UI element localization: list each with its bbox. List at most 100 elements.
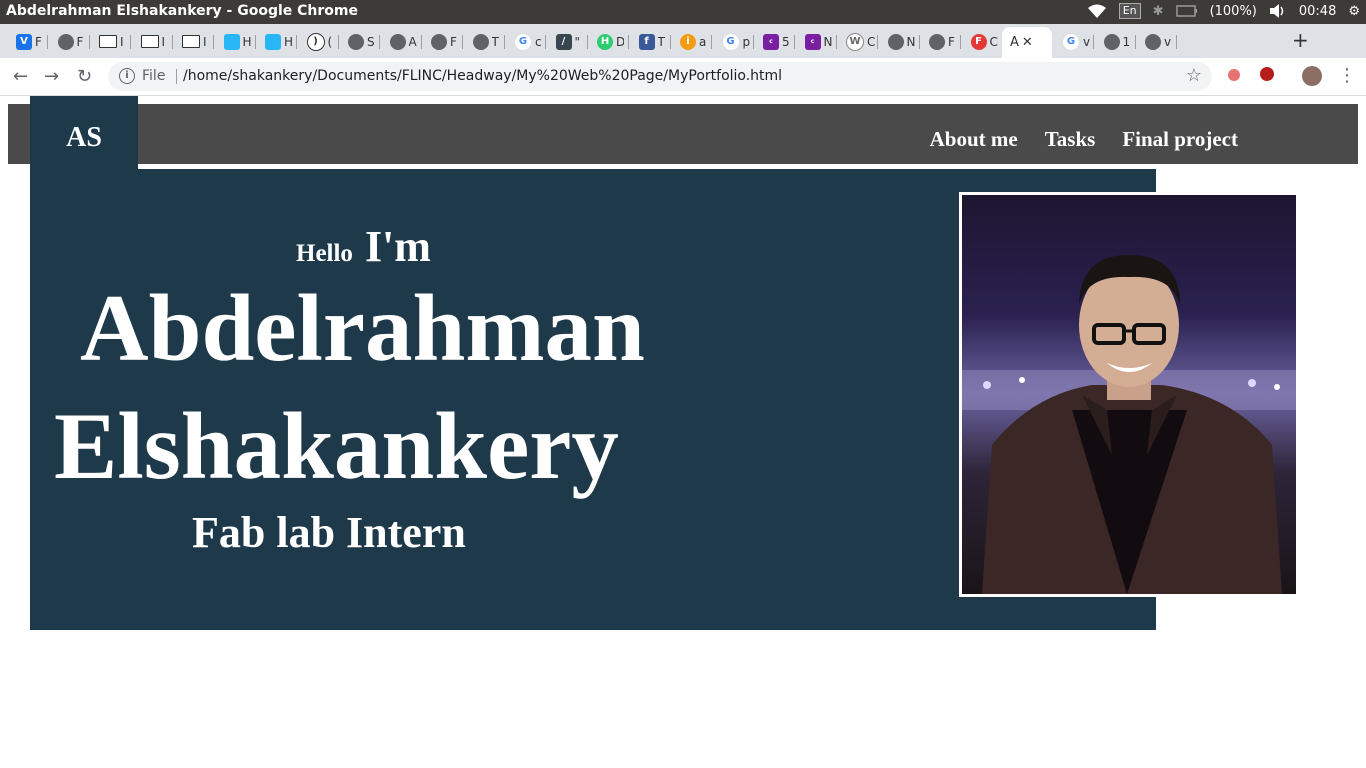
tab-label: F	[948, 34, 955, 49]
url-text[interactable]: /home/shakankery/Documents/FLINC/Headway…	[183, 68, 782, 84]
h-icon: H	[597, 33, 613, 50]
last-name: Elshakankery	[54, 393, 619, 499]
site-navbar: About me Tasks Final project	[8, 104, 1358, 164]
profile-photo	[959, 192, 1299, 597]
profile-avatar[interactable]	[1302, 66, 1322, 86]
info-icon[interactable]: i	[119, 68, 135, 84]
tab[interactable]: VF	[6, 29, 48, 54]
reload-icon[interactable]: ↻	[77, 66, 92, 87]
colorlib-icon: c	[804, 33, 821, 50]
nav-link-final-project[interactable]: Final project	[1122, 127, 1238, 152]
portrait-illustration	[962, 255, 1296, 594]
tab-label: T	[491, 34, 499, 49]
keyboard-layout[interactable]: En	[1118, 3, 1141, 19]
job-title: Fab lab Intern	[192, 508, 466, 557]
system-indicators: En ✱ (100%) 00:48 ⚙	[1087, 3, 1360, 19]
tab[interactable]: T	[463, 29, 505, 54]
extension-icon[interactable]	[1260, 67, 1274, 81]
greeting-im: I'm	[364, 222, 431, 271]
wifi-icon[interactable]	[1087, 3, 1107, 19]
scheme-label: File	[142, 68, 166, 84]
nav-link-tasks[interactable]: Tasks	[1045, 127, 1096, 152]
tab[interactable]: )(	[297, 29, 339, 54]
tab-label: I	[120, 34, 124, 49]
pen-icon: /	[555, 33, 572, 50]
tab[interactable]: Gc	[504, 29, 546, 54]
tab[interactable]: Gv	[1052, 29, 1094, 54]
tab-label: N	[906, 34, 915, 49]
globe-icon	[1103, 33, 1120, 50]
browser-toolbar: ← → ↻ i File /home/shakankery/Documents/…	[0, 58, 1366, 96]
tab-label: (	[327, 34, 333, 49]
globe-icon	[929, 33, 945, 50]
tab-label: H	[242, 34, 251, 49]
globe-icon	[431, 33, 447, 50]
back-arrow-icon[interactable]: ←	[13, 66, 28, 87]
tab-label: 5	[782, 34, 790, 49]
new-tab-button[interactable]: +	[1292, 28, 1309, 52]
tab[interactable]: N	[878, 29, 920, 54]
forward-arrow-icon[interactable]: →	[44, 66, 59, 87]
tab[interactable]: F	[48, 29, 90, 54]
web-page: About me Tasks Final project Hello I'm A…	[0, 96, 1366, 768]
wordpress-icon: W	[846, 32, 864, 51]
tab[interactable]: v	[1135, 29, 1177, 54]
tab-strip: V F F I I I H H)(S A F T Gc / " H Df Ti a Gp c 5 c N W C N F F C A ✕ Gv…	[0, 24, 1366, 58]
tab[interactable]: fT	[629, 29, 671, 54]
tab-label: v	[1083, 34, 1091, 49]
bluetooth-icon[interactable]: ✱	[1153, 4, 1164, 19]
settings-gear-icon[interactable]: ⚙	[1348, 4, 1360, 19]
tab[interactable]: I	[172, 29, 214, 54]
tab-label: c	[535, 34, 542, 49]
tab[interactable]: FC	[961, 29, 1003, 54]
battery-percentage[interactable]: (100%)	[1210, 4, 1257, 19]
tab[interactable]: A	[380, 29, 422, 54]
tab[interactable]: F	[919, 29, 961, 54]
tab[interactable]: c5	[753, 29, 795, 54]
bookmark-star-icon[interactable]: ☆	[1186, 65, 1202, 86]
battery-icon[interactable]	[1175, 5, 1198, 17]
tab-active[interactable]: A ✕	[1002, 27, 1052, 58]
globe-icon	[389, 33, 406, 50]
tab[interactable]: F	[421, 29, 463, 54]
tab[interactable]: I	[131, 29, 173, 54]
greeting: Hello I'm	[296, 221, 431, 272]
info-icon: i	[680, 33, 696, 50]
graduation-cap-icon	[223, 33, 240, 50]
tab[interactable]: ia	[670, 29, 712, 54]
tab[interactable]: S	[338, 29, 380, 54]
tab-label: N	[823, 34, 832, 49]
google-icon: G	[1062, 32, 1080, 51]
tab-label: C	[867, 34, 875, 49]
tab[interactable]: H	[255, 29, 297, 54]
tab[interactable]: / "	[546, 29, 588, 54]
tab-label: D	[616, 34, 624, 49]
clock[interactable]: 00:48	[1299, 4, 1336, 19]
volume-icon[interactable]	[1269, 4, 1287, 18]
tab[interactable]: HD	[587, 29, 629, 54]
book-icon	[140, 35, 159, 48]
os-top-bar: Abdelrahman Elshakankery - Google Chrome…	[0, 0, 1366, 24]
tab-separator	[1176, 35, 1177, 49]
menu-dots-icon[interactable]: ⋮	[1338, 65, 1356, 86]
tab-label: I	[161, 34, 166, 49]
google-icon: G	[514, 32, 532, 51]
tab[interactable]: H	[214, 29, 256, 54]
address-bar[interactable]: i File /home/shakankery/Documents/FLINC/…	[108, 62, 1212, 91]
globe-icon	[57, 33, 74, 50]
google-icon: G	[721, 32, 740, 51]
nav-link-about-me[interactable]: About me	[930, 127, 1018, 152]
extension-icon[interactable]	[1228, 69, 1240, 81]
globe-icon	[348, 33, 364, 50]
tab[interactable]: 1	[1094, 29, 1136, 54]
site-logo[interactable]: AS	[30, 96, 138, 172]
tab-label: A	[408, 34, 417, 49]
window-title: Abdelrahman Elshakankery - Google Chrome	[6, 3, 358, 19]
v-icon: V	[16, 33, 32, 50]
tab[interactable]: Gp	[712, 29, 754, 54]
tab[interactable]: cN	[795, 29, 837, 54]
tab[interactable]: I	[89, 29, 131, 54]
tab[interactable]: WC	[836, 29, 878, 54]
tab-label: "	[574, 34, 581, 49]
close-tab-icon[interactable]: ✕	[1022, 35, 1033, 50]
